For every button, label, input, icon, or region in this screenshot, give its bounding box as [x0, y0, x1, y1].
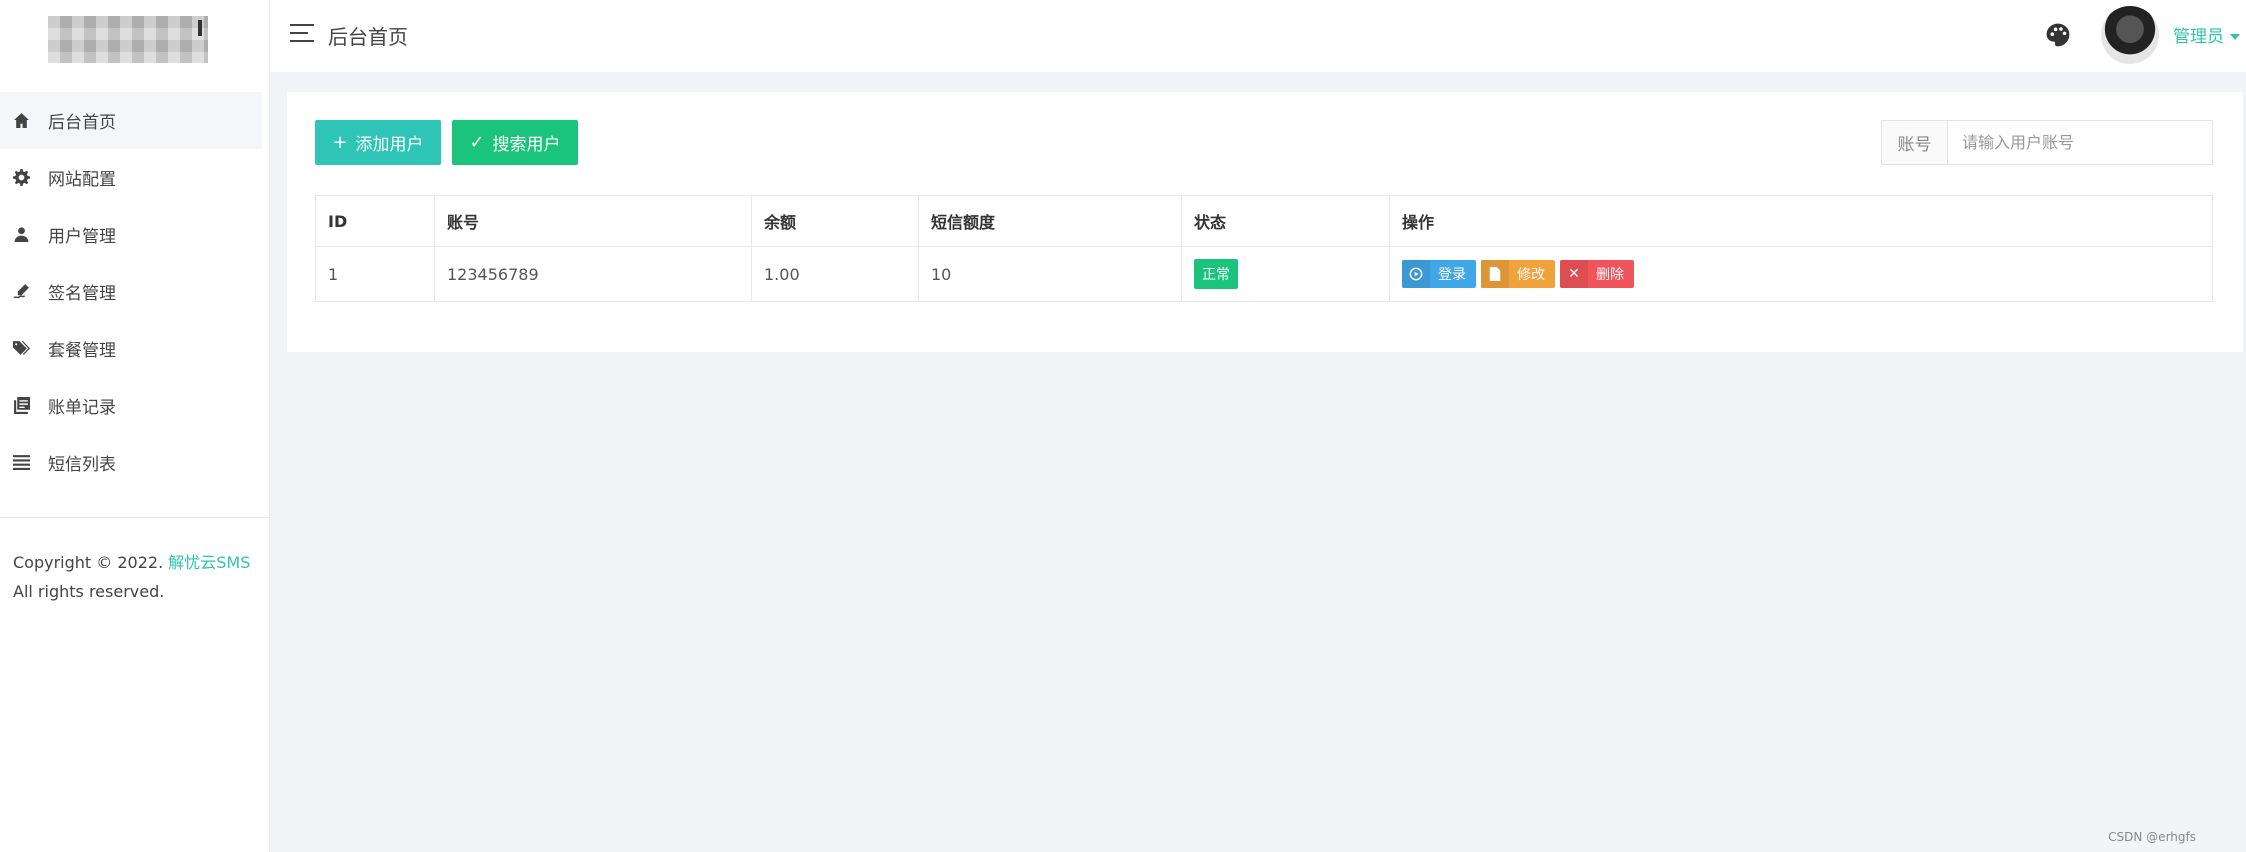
search-user-label: 搜索用户 [492, 135, 561, 155]
check-icon: ✓ [469, 132, 485, 153]
edit-label: 修改 [1517, 267, 1545, 283]
gear-icon [12, 169, 30, 187]
sidebar-item-packages[interactable]: 套餐管理 [0, 320, 270, 377]
copyright-suffix: All rights reserved. [13, 582, 165, 601]
menu-toggle-icon[interactable] [290, 24, 314, 44]
user-name: 管理员 [2173, 27, 2224, 47]
cell-account: 123456789 [434, 246, 752, 302]
delete-label: 删除 [1596, 267, 1624, 283]
cell-quota: 10 [918, 246, 1182, 302]
sidebar-item-signatures[interactable]: 签名管理 [0, 263, 270, 320]
page-title: 后台首页 [328, 25, 408, 49]
ledger-icon [12, 397, 30, 415]
user-list-card: + 添加用户 ✓ 搜索用户 账号 ID 账号 余额 短信额度 状态 操作 1 123… [287, 92, 2243, 352]
user-menu[interactable]: 管理员 [2173, 22, 2240, 47]
list-icon [12, 454, 30, 472]
tags-icon [12, 340, 30, 358]
column-header-account: 账号 [434, 195, 752, 247]
status-badge: 正常 [1194, 259, 1238, 289]
sidebar-item-bills[interactable]: 账单记录 [0, 377, 270, 434]
home-icon [12, 112, 30, 130]
plus-icon: + [332, 132, 348, 153]
close-icon: ✕ [1560, 260, 1588, 288]
account-label: 账号 [1882, 121, 1948, 164]
account-search-input[interactable] [1948, 121, 2212, 164]
sidebar-item-label: 套餐管理 [48, 341, 116, 361]
sidebar-item-label: 短信列表 [48, 455, 116, 475]
signature-icon [12, 283, 30, 301]
sidebar-item-label: 签名管理 [48, 284, 116, 304]
chevron-down-icon [2230, 34, 2240, 40]
edit-button[interactable]: 修改 [1481, 260, 1555, 288]
sidebar-item-label: 后台首页 [48, 113, 116, 133]
avatar[interactable] [2101, 6, 2159, 64]
search-user-button[interactable]: ✓ 搜索用户 [452, 120, 578, 165]
sidebar-divider [0, 517, 270, 518]
top-header: 后台首页 管理员 [270, 0, 2246, 72]
document-icon [1481, 260, 1509, 288]
account-search-group: 账号 [1881, 120, 2213, 165]
table-row: 1 123456789 1.00 10 正常 登录 修改 ✕ 删除 [315, 246, 2213, 302]
column-header-id: ID [315, 195, 435, 247]
sidebar-item-users[interactable]: 用户管理 [0, 206, 270, 263]
column-header-actions: 操作 [1389, 195, 2213, 247]
user-table: ID 账号 余额 短信额度 状态 操作 1 123456789 1.00 10 … [315, 195, 2213, 302]
table-header-row: ID 账号 余额 短信额度 状态 操作 [315, 195, 2213, 247]
palette-icon[interactable] [2045, 22, 2071, 48]
cell-balance: 1.00 [751, 246, 919, 302]
sidebar-item-label: 用户管理 [48, 227, 116, 247]
column-header-status: 状态 [1181, 195, 1390, 247]
add-user-button[interactable]: + 添加用户 [315, 120, 441, 165]
column-header-quota: 短信额度 [918, 195, 1182, 247]
login-button[interactable]: 登录 [1402, 260, 1476, 288]
account-value: 123456789 [447, 264, 539, 284]
sidebar-item-site-config[interactable]: 网站配置 [0, 149, 270, 206]
brand-link[interactable]: 解忧云SMS [168, 553, 250, 572]
cell-actions: 登录 修改 ✕ 删除 [1389, 246, 2213, 302]
column-header-balance: 余额 [751, 195, 919, 247]
delete-button[interactable]: ✕ 删除 [1560, 260, 1634, 288]
sidebar: 后台首页 网站配置 用户管理 签名管理 套餐管理 账单记录 短信列表 Copyr… [0, 0, 270, 852]
play-circle-icon [1402, 260, 1430, 288]
logo-mark [198, 20, 202, 36]
sidebar-item-sms-list[interactable]: 短信列表 [0, 434, 270, 491]
watermark: CSDN @erhgfs [2108, 830, 2196, 844]
copyright-prefix: Copyright © 2022. [13, 553, 169, 572]
cell-status: 正常 [1181, 246, 1390, 302]
sidebar-item-home[interactable]: 后台首页 [0, 92, 262, 149]
sidebar-item-label: 账单记录 [48, 398, 116, 418]
site-logo[interactable] [48, 16, 208, 63]
login-label: 登录 [1438, 267, 1466, 283]
add-user-label: 添加用户 [355, 135, 424, 155]
sidebar-item-label: 网站配置 [48, 170, 116, 190]
sidebar-nav: 后台首页 网站配置 用户管理 签名管理 套餐管理 账单记录 短信列表 [0, 92, 270, 491]
cell-id: 1 [315, 246, 435, 302]
copyright: Copyright © 2022. 解忧云SMS All rights rese… [13, 548, 250, 606]
user-icon [12, 226, 30, 244]
